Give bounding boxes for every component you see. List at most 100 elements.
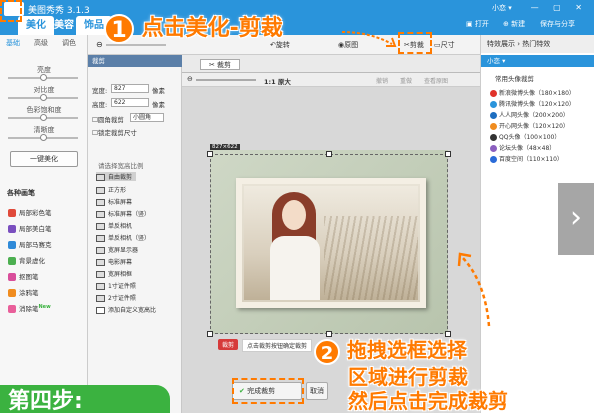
ratio-icon bbox=[96, 174, 105, 181]
doodle-icon bbox=[8, 289, 16, 297]
contrast-slider[interactable] bbox=[8, 94, 78, 101]
step2-line1: 2 拖拽选框选择 bbox=[314, 338, 508, 365]
canvas-redo-button[interactable]: 重做 bbox=[400, 76, 412, 85]
slider-knob[interactable] bbox=[40, 114, 47, 121]
crop-handle[interactable] bbox=[445, 331, 451, 337]
lock-size-checkbox[interactable]: ☐锁定裁剪尺寸 bbox=[92, 127, 137, 137]
brush-blur[interactable]: 背景虚化 bbox=[8, 255, 45, 265]
brush-mosaic[interactable]: 局部马赛克 bbox=[8, 239, 52, 249]
new-button[interactable]: ⊕ 新建 bbox=[503, 19, 525, 29]
slider-knob[interactable] bbox=[40, 74, 47, 81]
ratio-screen[interactable]: 标准屏幕 bbox=[96, 197, 132, 206]
save-share-button[interactable]: 保存与分享 bbox=[540, 19, 575, 29]
brushes-heading: 各种画笔 bbox=[7, 189, 35, 197]
brush-whiten[interactable]: 局部美白笔 bbox=[8, 223, 52, 233]
canvas-tab-crop[interactable]: ✂ 裁剪 bbox=[200, 59, 240, 70]
brush-icon bbox=[8, 225, 16, 233]
crop-handle[interactable] bbox=[207, 331, 213, 337]
ratio-wide-monitor[interactable]: 宽屏显示器 bbox=[96, 245, 138, 254]
ratio-icon bbox=[96, 283, 105, 290]
plus-icon: ⊕ bbox=[503, 20, 512, 28]
zoom-slider[interactable] bbox=[106, 44, 166, 46]
ratio-icon bbox=[96, 259, 105, 266]
round-crop-checkbox[interactable]: ☐圆角裁剪 bbox=[92, 114, 124, 124]
blur-icon bbox=[8, 257, 16, 265]
ratio-free[interactable]: 自由裁剪 bbox=[96, 172, 137, 181]
next-arrow-icon[interactable]: › bbox=[558, 183, 594, 255]
slider-knob[interactable] bbox=[40, 134, 47, 141]
resize-icon: ▭ bbox=[434, 41, 441, 49]
width-label: 宽度: bbox=[92, 87, 108, 95]
zoom-out-icon[interactable]: ⊖ bbox=[96, 40, 103, 49]
size-button[interactable]: ▭尺寸 bbox=[434, 40, 455, 50]
ratio-add-custom[interactable]: 添加自定义宽高比 bbox=[96, 305, 156, 314]
crop-dialog-title: 裁剪 bbox=[88, 55, 182, 67]
brightness-slider[interactable] bbox=[8, 74, 78, 81]
view-original-button[interactable]: 查看原图 bbox=[424, 76, 448, 85]
preset-sina-weibo[interactable]: 新浪微博头像（180×180） bbox=[490, 88, 575, 97]
subtab-basic[interactable]: 基础 bbox=[6, 38, 20, 48]
crop-handle[interactable] bbox=[445, 151, 451, 157]
step2-line2: 区域进行剪裁 bbox=[348, 364, 468, 389]
crop-handle[interactable] bbox=[326, 151, 332, 157]
height-input[interactable]: 622 bbox=[111, 98, 149, 107]
width-input[interactable]: 827 bbox=[111, 84, 149, 93]
canvas-zoom-out-icon[interactable]: ⊖ bbox=[187, 75, 193, 83]
ratio-cinema[interactable]: 电影屏幕 bbox=[96, 257, 132, 266]
new-badge: New bbox=[38, 303, 51, 310]
canvas-zoom-slider[interactable] bbox=[196, 79, 256, 81]
actual-size-button[interactable]: 1:1 原大 bbox=[264, 76, 291, 86]
preset-tencent-weibo[interactable]: 腾讯微博头像（120×120） bbox=[490, 99, 575, 108]
renren-icon bbox=[490, 112, 497, 119]
forum-icon bbox=[490, 145, 497, 152]
ratio-icon bbox=[96, 247, 105, 254]
preset-renren[interactable]: 人人网头像（200×200） bbox=[490, 110, 569, 119]
crop-hint-text: 点击裁剪按钮确定裁剪 bbox=[242, 339, 313, 352]
crop-handle[interactable] bbox=[326, 331, 332, 337]
ratio-2-inch-id[interactable]: 2寸证件照 bbox=[96, 293, 136, 302]
preset-baidu-space[interactable]: 百度空间（110×110） bbox=[490, 154, 563, 163]
ratio-square[interactable]: 正方形 bbox=[96, 185, 126, 194]
brush-color[interactable]: 局部彩色笔 bbox=[8, 207, 52, 217]
ratio-screen-portrait[interactable]: 标准屏幕（竖） bbox=[96, 209, 150, 218]
ratio-1-inch-id[interactable]: 1寸证件照 bbox=[96, 281, 136, 290]
step2-callout: 2 拖拽选框选择 区域进行剪裁 然后点击完成裁剪 bbox=[314, 338, 508, 413]
step2-line3: 然后点击完成裁剪 bbox=[348, 388, 508, 413]
ratio-icon bbox=[96, 187, 105, 194]
width-unit: 像素 bbox=[152, 87, 165, 95]
sharpness-slider[interactable] bbox=[8, 134, 78, 141]
folder-icon: ▣ bbox=[466, 20, 475, 28]
subtab-advanced[interactable]: 高级 bbox=[34, 38, 48, 48]
canvas-undo-button[interactable]: 撤销 bbox=[376, 76, 388, 85]
preset-kaixin[interactable]: 开心网头像（120×120） bbox=[490, 121, 569, 130]
open-button[interactable]: ▣ 打开 bbox=[466, 19, 489, 29]
preset-forum[interactable]: 论坛头像（48×48） bbox=[490, 143, 555, 152]
right-panel-subbar: 小恋 ▾ bbox=[481, 55, 594, 67]
user-menu[interactable]: 小恋 ▾ bbox=[492, 3, 512, 13]
mosaic-icon bbox=[8, 241, 16, 249]
brush-doodle[interactable]: 涂鸦笔 bbox=[8, 287, 39, 297]
crop-hint-tag: 裁剪 bbox=[218, 339, 239, 350]
brush-icon bbox=[8, 209, 16, 217]
highlight-finish-button bbox=[232, 378, 304, 404]
preset-qq[interactable]: QQ头像（100×100） bbox=[490, 132, 560, 141]
effects-breadcrumb[interactable]: 特效展示 › 热门特效 bbox=[481, 35, 594, 53]
step-four-banner: 第四步: bbox=[0, 385, 170, 413]
ratio-icon bbox=[96, 211, 105, 218]
round-select[interactable]: 小圆角 bbox=[130, 113, 164, 122]
arrow-to-selection-icon bbox=[457, 252, 491, 327]
crop-selection-box[interactable] bbox=[210, 154, 448, 334]
saturation-slider[interactable] bbox=[8, 114, 78, 121]
ratio-slr-portrait[interactable]: 单反相机（竖） bbox=[96, 233, 150, 242]
ratio-wide-frame[interactable]: 宽屏相框 bbox=[96, 269, 132, 278]
ratio-icon bbox=[96, 295, 105, 302]
window-controls[interactable]: — ▢ ✕ bbox=[531, 3, 588, 12]
brush-eraser[interactable]: 消除笔New bbox=[8, 303, 51, 313]
step1-callout: 1 点击美化-剪裁 bbox=[104, 10, 283, 44]
subtab-color[interactable]: 调色 bbox=[62, 38, 76, 48]
one-key-beautify-button[interactable]: 一键美化 bbox=[10, 151, 78, 167]
slider-knob[interactable] bbox=[40, 94, 47, 101]
brush-cutout[interactable]: 抠图笔 bbox=[8, 271, 39, 281]
ratio-slr[interactable]: 单反相机 bbox=[96, 221, 132, 230]
crop-handle[interactable] bbox=[207, 151, 213, 157]
